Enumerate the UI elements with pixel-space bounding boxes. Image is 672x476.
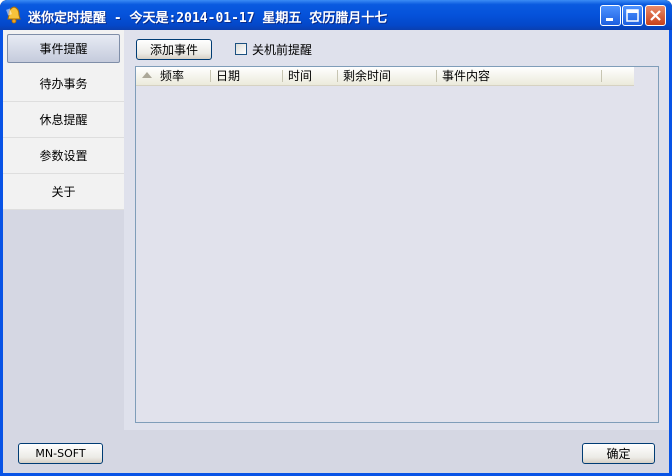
sidebar-item-about[interactable]: 关于 xyxy=(3,174,124,210)
client-area: 事件提醒 待办事务 休息提醒 参数设置 关于 添加事件 关机前提醒 频率 日期 … xyxy=(3,30,669,473)
minimize-button[interactable] xyxy=(600,5,621,26)
brand-button[interactable]: MN-SOFT xyxy=(18,443,103,464)
sort-ascending-icon xyxy=(142,72,152,78)
maximize-icon xyxy=(626,9,639,22)
app-window: 迷你定时提醒 - 今天是:2014-01-17 星期五 农历腊月十七 事件提醒 … xyxy=(0,0,672,476)
bell-icon xyxy=(6,6,21,24)
window-title: 迷你定时提醒 - 今天是:2014-01-17 星期五 农历腊月十七 xyxy=(28,11,388,26)
event-list[interactable]: 频率 日期 时间 剩余时间 事件内容 xyxy=(135,66,659,423)
column-divider[interactable] xyxy=(436,70,437,82)
column-divider[interactable] xyxy=(282,70,283,82)
close-button[interactable] xyxy=(645,5,666,26)
sidebar-item-label: 休息提醒 xyxy=(39,113,88,127)
sidebar-item-event-reminder[interactable]: 事件提醒 xyxy=(7,34,120,63)
maximize-button[interactable] xyxy=(622,5,643,26)
sidebar-empty-area xyxy=(3,210,124,430)
close-icon xyxy=(650,10,661,21)
column-divider[interactable] xyxy=(210,70,211,82)
sidebar-item-label: 参数设置 xyxy=(39,149,88,163)
sidebar-item-todo[interactable]: 待办事务 xyxy=(3,66,124,102)
column-header-remaining-time[interactable]: 剩余时间 xyxy=(343,67,391,85)
sidebar-item-settings[interactable]: 参数设置 xyxy=(3,138,124,174)
list-header: 频率 日期 时间 剩余时间 事件内容 xyxy=(136,67,634,86)
column-header-time[interactable]: 时间 xyxy=(288,67,312,85)
sidebar: 事件提醒 待办事务 休息提醒 参数设置 关于 xyxy=(3,30,124,430)
minimize-icon xyxy=(606,18,613,21)
column-divider[interactable] xyxy=(601,70,602,82)
sidebar-item-rest-reminder[interactable]: 休息提醒 xyxy=(3,102,124,138)
column-header-frequency[interactable]: 频率 xyxy=(160,67,184,85)
title-bar[interactable]: 迷你定时提醒 - 今天是:2014-01-17 星期五 农历腊月十七 xyxy=(0,0,672,30)
sidebar-item-label: 事件提醒 xyxy=(39,42,88,56)
column-header-event-content[interactable]: 事件内容 xyxy=(442,67,490,85)
sidebar-item-label: 待办事务 xyxy=(39,77,88,91)
shutdown-remind-label: 关机前提醒 xyxy=(252,42,313,57)
sidebar-item-label: 关于 xyxy=(51,185,76,199)
add-event-button[interactable]: 添加事件 xyxy=(136,39,212,60)
window-frame: 事件提醒 待办事务 休息提醒 参数设置 关于 添加事件 关机前提醒 频率 日期 … xyxy=(0,30,672,476)
column-header-date[interactable]: 日期 xyxy=(216,67,240,85)
shutdown-remind-checkbox[interactable] xyxy=(235,43,247,55)
shutdown-remind-option[interactable]: 关机前提醒 xyxy=(235,40,312,58)
column-divider[interactable] xyxy=(337,70,338,82)
ok-button[interactable]: 确定 xyxy=(582,443,655,464)
